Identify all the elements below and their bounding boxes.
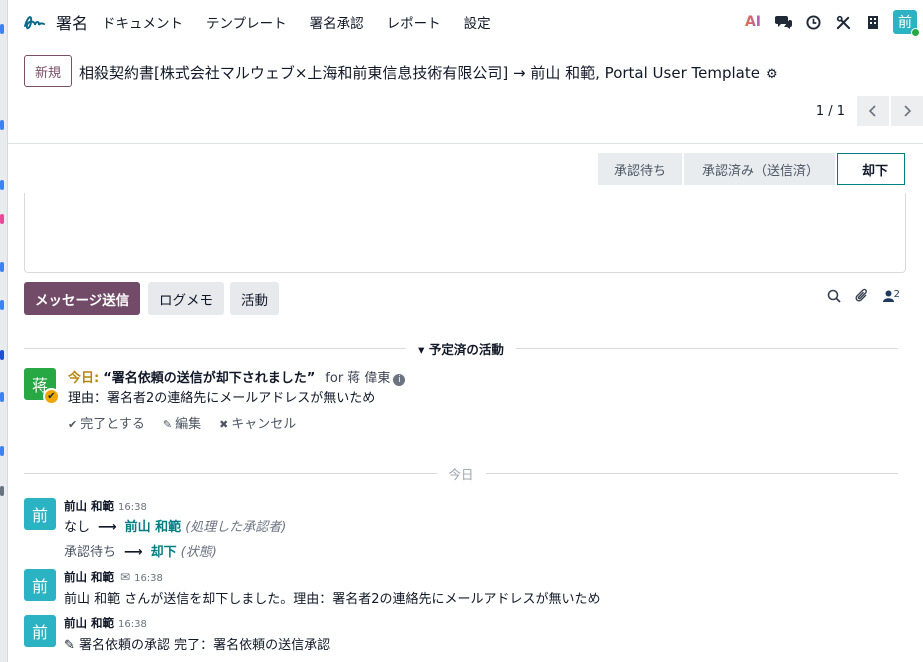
user-avatar[interactable]: 前 [893,10,920,37]
main-menu: ドキュメント テンプレート 署名承認 レポート 設定 [102,12,514,32]
online-status-dot [911,28,920,37]
ai-icon[interactable]: AI [739,9,767,35]
activity-button[interactable]: 活動 [230,282,279,315]
message-body-line: ✎ 署名依頼の承認 完了：署名依頼の送信承認 [64,634,330,653]
check-icon: ✔ [68,418,78,431]
stage-rejected[interactable]: 却下 [837,153,906,185]
pager-value[interactable]: 1 / 1 [816,104,845,119]
today-label: 今日 [448,466,474,482]
mark-done-button[interactable]: ✔ 完了とする [68,413,145,432]
check-icon: ✔ [43,388,60,405]
message-time: 16:38 [134,573,163,584]
stage-pending[interactable]: 承認待ち [598,153,683,185]
message-author[interactable]: 前山 和範 [64,570,114,584]
message-header: 前山 和範 16:38 [64,498,147,514]
message-author[interactable]: 前山 和範 [64,499,114,513]
followers-count: 2 [893,288,900,300]
paperclip-icon[interactable] [855,288,869,307]
avatar[interactable]: 前 [24,615,56,647]
log-note-button[interactable]: ログメモ [148,282,224,315]
control-panel: 新規 相殺契約書[株式会社マルウェブ×上海和前東信息技術有限公司] → 前山 和… [8,44,923,144]
send-message-button[interactable]: メッセージ送信 [24,282,141,315]
activity-due-label: 今日: [68,371,100,386]
app-name: 署名 [56,14,89,33]
activity-actions: ✔ 完了とする ✎ 編集 ✖ キャンセル [68,413,314,432]
edit-button[interactable]: ✎ 編集 [163,413,201,432]
left-window-strip [0,0,8,662]
chatter-topbar: メッセージ送信 ログメモ 活動 2 [24,282,906,315]
message-time: 16:38 [118,619,147,630]
building-icon[interactable] [859,9,887,35]
app-brand[interactable]: 署名 [22,10,88,34]
activity-summary: “署名依頼の送信が却下されました” [103,371,316,386]
activity-note: 理由：署名者2の連絡先にメールアドレスが無いため [68,391,376,406]
edit-note-icon: ✎ [64,638,80,653]
arrow-right-icon: ⟶ [124,545,143,560]
menu-sign-approval[interactable]: 署名承認 [310,12,364,32]
user-avatar-initial: 前 [898,15,912,31]
chatter-tools: 2 [813,288,900,307]
menu-settings[interactable]: 設定 [464,12,491,32]
form-sheet [24,193,906,273]
clock-icon[interactable] [799,9,827,35]
systray: AI 前 [737,9,923,37]
arrow-right-icon: ⟶ [98,520,117,535]
breadcrumb: 相殺契約書[株式会社マルウェブ×上海和前東信息技術有限公司] → 前山 和範, … [79,62,778,83]
user-icon [882,290,894,303]
pencil-icon: ✎ [162,418,173,431]
pager: 1 / 1 [816,96,923,126]
tools-icon[interactable] [829,9,857,35]
sign-app-logo-icon [24,16,45,30]
pager-previous-icon[interactable] [857,96,889,126]
activity-header: 今日: “署名依頼の送信が却下されました” for 蒋 偉東 i [68,367,406,386]
menu-documents[interactable]: ドキュメント [102,12,183,32]
message-author[interactable]: 前山 和範 [64,616,114,630]
record-title: 相殺契約書[株式会社マルウェブ×上海和前東信息技術有限公司] → 前山 和範, … [79,64,760,82]
message-time: 16:38 [118,502,147,513]
followers-button[interactable]: 2 [882,288,900,306]
activity-assignee: for 蒋 偉東 [325,371,391,386]
message-body: 前山 和範 さんが送信を却下しました。理由：署名者2の連絡先にメールアドレスが無… [64,592,601,607]
chat-icon[interactable] [769,9,797,35]
menu-reports[interactable]: レポート [387,12,441,32]
search-icon[interactable] [827,289,841,307]
caret-down-icon: ▾ [418,341,429,357]
close-icon: ✖ [219,418,229,431]
avatar[interactable]: 前 [24,569,56,601]
today-separator: 今日 [24,465,899,482]
message-body: 署名依頼の承認 完了：署名依頼の送信承認 [79,638,331,653]
message-header: 前山 和範 16:38 [64,615,147,631]
gear-icon[interactable]: ⚙ [766,67,778,82]
menu-templates[interactable]: テンプレート [206,12,287,32]
cancel-button[interactable]: ✖ キャンセル [219,413,296,432]
message-header: 前山 和範 ✉ 16:38 [64,569,163,585]
pager-next-icon[interactable] [891,96,923,126]
tracking-line-approver: なし ⟶ 前山 和範 (処理した承認者) [64,520,287,535]
avatar[interactable]: 前 [24,498,56,530]
planned-activities-label: 予定済の活動 [428,341,504,357]
top-navbar: 署名 ドキュメント テンプレート 署名承認 レポート 設定 AI 前 [8,0,923,44]
new-button[interactable]: 新規 [24,55,73,87]
stage-approved[interactable]: 承認済み（送信済） [684,153,836,185]
info-icon[interactable]: i [393,374,406,386]
status-bar: 承認待ち 承認済み（送信済） 却下 [598,153,907,185]
planned-activities-separator[interactable]: ▾ 予定済の活動 [24,340,898,357]
tracking-line-state: 承認待ち ⟶ 却下 (状態) [64,545,217,560]
envelope-icon: ✉ [120,570,131,584]
